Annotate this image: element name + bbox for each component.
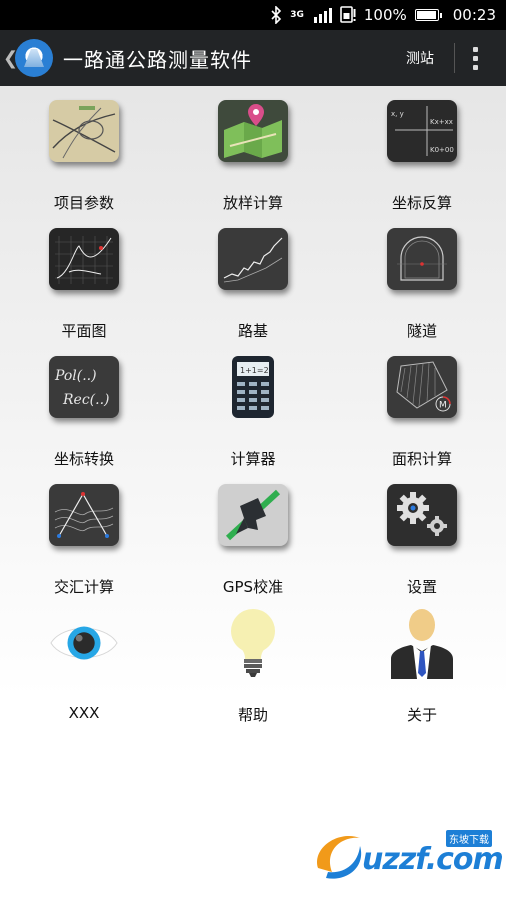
calc-display-text: 1+1=2: [240, 366, 269, 375]
lightbulb-icon: [218, 609, 288, 677]
menu-item-plan-view[interactable]: 平面图: [0, 228, 168, 356]
formula-xy-text: x, y: [391, 110, 404, 118]
back-chevron-icon[interactable]: ❮: [3, 48, 18, 69]
eye-icon: [49, 612, 119, 674]
app-logo[interactable]: [15, 39, 53, 77]
action-bar: ❮ 一路通公路测量软件 测站: [0, 30, 506, 86]
menu-label: 关于: [406, 706, 437, 724]
menu-item-gps-calibrate[interactable]: GPS校准: [168, 484, 338, 612]
watermark-text: uzzf.com: [362, 842, 504, 877]
app-title: 一路通公路测量软件: [63, 47, 252, 72]
main-content: 项目参数 放样计算 x, y Kx+xx K0+00 坐标反算 平面图 路基 隧…: [0, 86, 506, 900]
bluetooth-icon: [270, 5, 282, 25]
pol-text: Pol(..): [54, 368, 97, 384]
menu-label: 面积计算: [391, 450, 452, 468]
calculator-icon: 1+1=2: [218, 356, 288, 418]
menu-item-project-params[interactable]: 项目参数: [0, 100, 168, 228]
formula-kx-text: Kx+xx: [430, 118, 453, 126]
person-icon: [387, 609, 457, 679]
battery-icon: [414, 9, 442, 21]
menu-item-xxx[interactable]: XXX: [0, 612, 168, 740]
menu-label: 路基: [237, 322, 268, 340]
status-bar: 3G 100% 00:23: [0, 0, 506, 30]
menu-label: 放样计算: [222, 194, 283, 212]
watermark-logo: uzzf.com 东坡下载: [308, 828, 504, 884]
coordinate-formula-icon: x, y Kx+xx K0+00: [387, 100, 457, 162]
menu-item-area-calc[interactable]: M 面积计算: [338, 356, 506, 484]
menu-label: 隧道: [406, 322, 437, 340]
tunnel-section-icon: [387, 228, 457, 290]
action-divider: [454, 43, 455, 73]
rec-text: Rec(..): [62, 392, 110, 408]
menu-label: 坐标转换: [53, 450, 114, 468]
watermark-tag: 东坡下载: [446, 830, 492, 847]
menu-label: 平面图: [61, 322, 107, 340]
intersection-calc-icon: [49, 484, 119, 546]
station-button[interactable]: 测站: [406, 48, 434, 68]
menu-label: GPS校准: [222, 578, 284, 596]
gears-icon: [387, 484, 457, 546]
watermark-swirl-icon: [317, 836, 362, 879]
menu-label: 坐标反算: [391, 194, 452, 212]
menu-label: XXX: [68, 704, 100, 722]
menu-item-stakeout-calc[interactable]: 放样计算: [168, 100, 338, 228]
menu-item-intersection[interactable]: 交汇计算: [0, 484, 168, 612]
interchange-map-icon: [49, 100, 119, 162]
clock: 00:23: [452, 6, 496, 24]
menu-item-tunnel[interactable]: 隧道: [338, 228, 506, 356]
menu-item-settings[interactable]: 设置: [338, 484, 506, 612]
plan-view-icon: [49, 228, 119, 290]
menu-item-about[interactable]: 关于: [338, 609, 506, 740]
battery-percent: 100%: [363, 6, 407, 24]
area-calc-icon: M: [387, 356, 457, 418]
pol-rec-icon: Pol(..) Rec(..): [49, 356, 119, 418]
area-m-text: M: [439, 401, 447, 411]
menu-item-help[interactable]: 帮助: [168, 609, 338, 740]
network-type-icon: 3G: [290, 9, 304, 20]
signal-icon: [312, 5, 332, 25]
formula-k0-text: K0+00: [430, 146, 454, 154]
menu-item-coord-convert[interactable]: Pol(..) Rec(..) 坐标转换: [0, 356, 168, 484]
menu-item-coord-inverse[interactable]: x, y Kx+xx K0+00 坐标反算: [338, 100, 506, 228]
menu-item-calculator[interactable]: 1+1=2 计算器: [168, 356, 338, 484]
overflow-menu-icon[interactable]: [473, 46, 478, 70]
menu-label: 项目参数: [53, 194, 114, 212]
menu-label: 帮助: [237, 706, 268, 724]
menu-item-subgrade[interactable]: 路基: [168, 228, 338, 356]
menu-label: 设置: [406, 578, 437, 596]
gps-satellite-icon: [218, 484, 288, 546]
menu-grid: 项目参数 放样计算 x, y Kx+xx K0+00 坐标反算 平面图 路基 隧…: [0, 100, 506, 740]
map-pin-icon: [218, 100, 288, 162]
sim-alert-icon: [340, 5, 356, 25]
menu-label: 交汇计算: [53, 578, 114, 596]
menu-label: 计算器: [230, 450, 276, 468]
subgrade-profile-icon: [218, 228, 288, 290]
